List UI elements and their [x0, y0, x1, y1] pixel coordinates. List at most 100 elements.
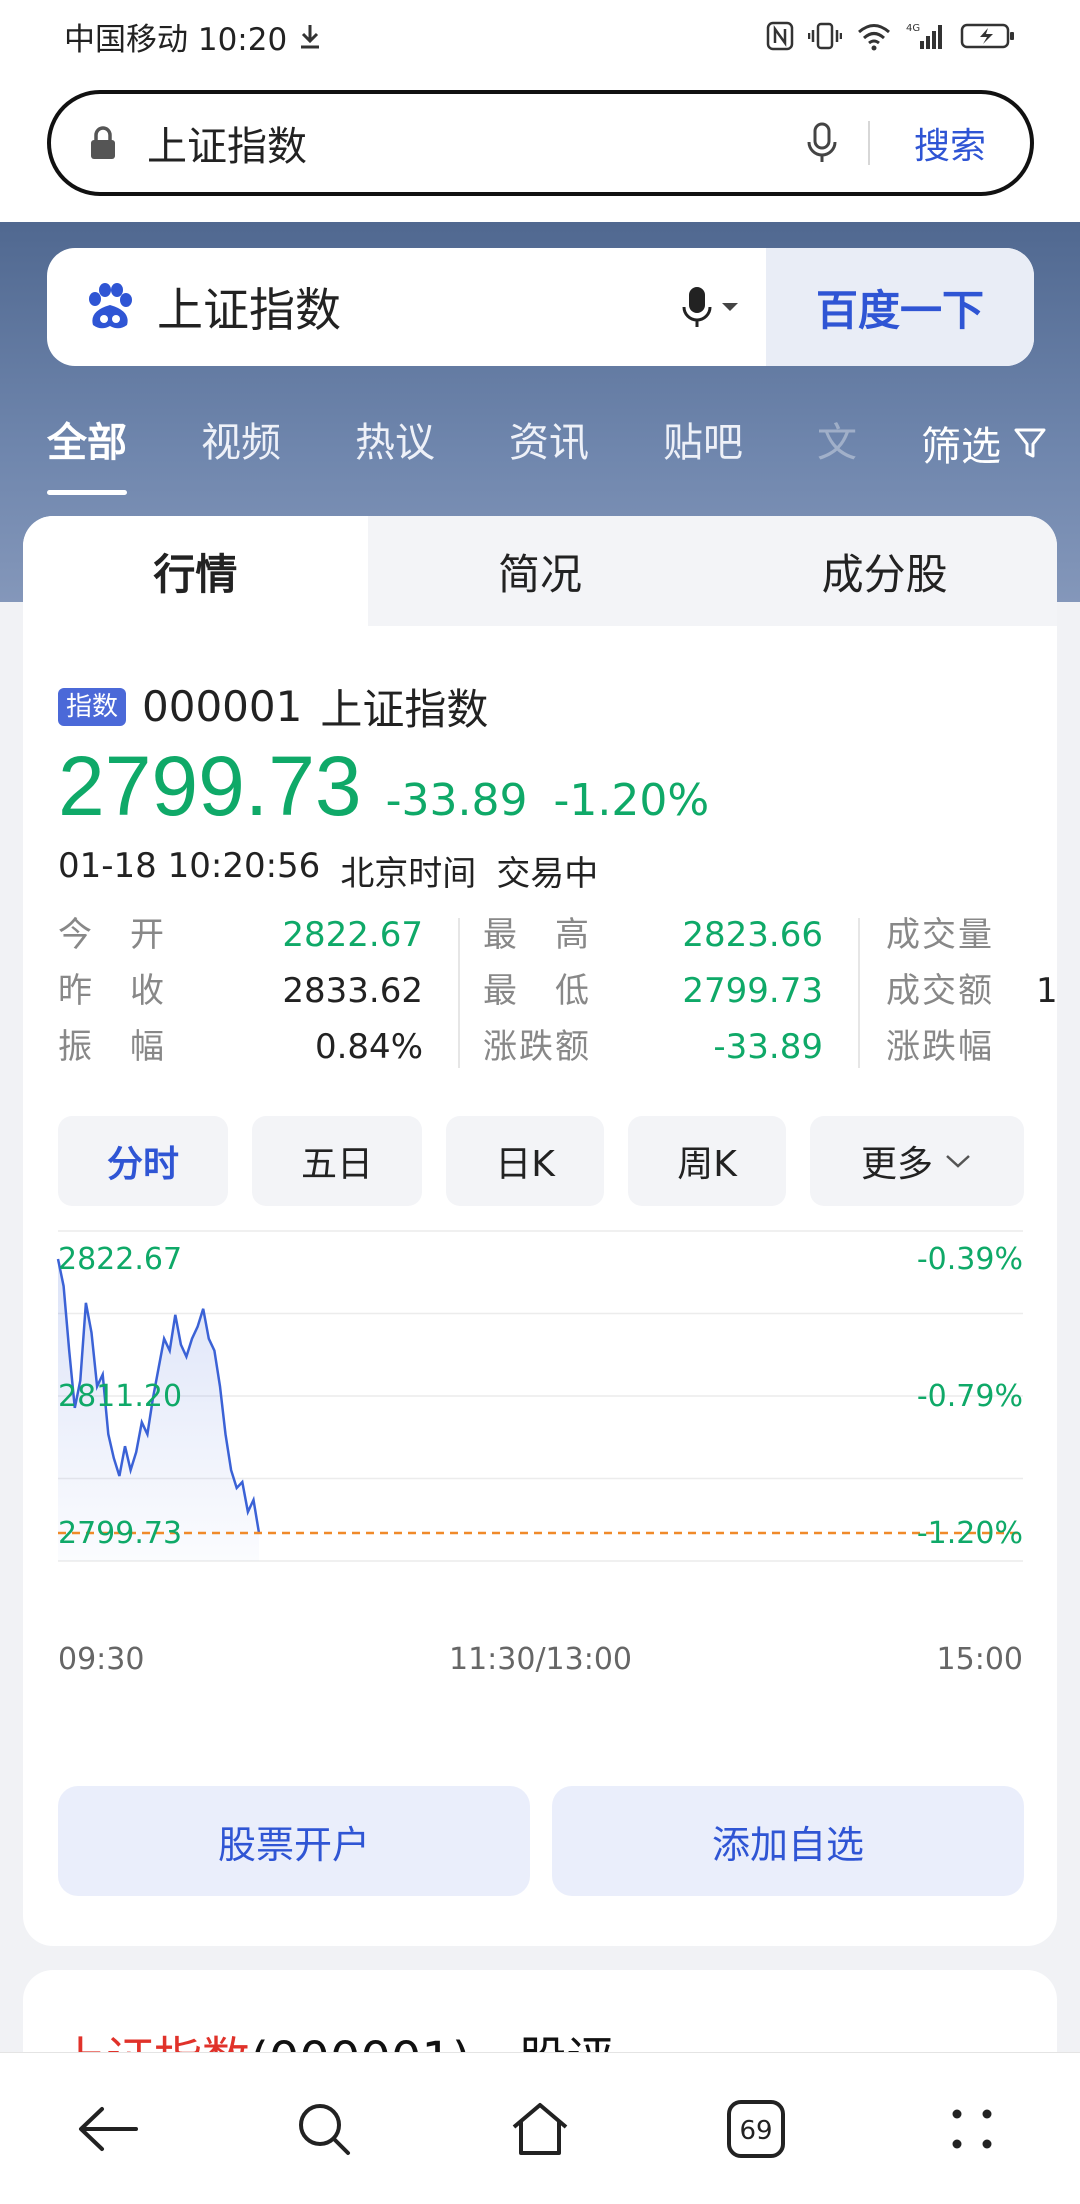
filter-button[interactable]: 筛选 — [921, 414, 1047, 472]
tab-video[interactable]: 视频 — [201, 413, 281, 473]
baidu-paw-icon — [89, 283, 132, 329]
turnover-label: 成交额 — [886, 971, 994, 1011]
current-price: 2799.73 — [58, 739, 362, 833]
change-amount-label: 涨跌额 — [483, 1027, 591, 1067]
tab-count: 69 — [739, 2116, 772, 2146]
low-value: 2799.73 — [682, 971, 823, 1011]
browser-bottom-nav: 69 — [0, 2052, 1080, 2204]
baidu-search-input[interactable]: 上证指数 — [157, 274, 682, 340]
tab-discussion[interactable]: 热议 — [355, 413, 435, 473]
stock-card-tabs: 行情 简况 成分股 — [23, 516, 1057, 626]
open-value: 2822.67 — [282, 915, 423, 955]
amplitude-label: 振 幅 — [58, 1027, 166, 1067]
microphone-icon — [682, 287, 712, 327]
high-value: 2823.66 — [682, 915, 823, 955]
menu-dots-icon — [952, 2109, 992, 2148]
stock-name: 上证指数 — [320, 685, 489, 734]
battery-icon — [960, 23, 1014, 49]
voice-search[interactable] — [682, 285, 740, 329]
browser-search-button[interactable]: 搜索 — [914, 117, 986, 169]
menu-button[interactable] — [927, 2084, 1017, 2174]
x-tick-label: 11:30/13:00 — [449, 1642, 632, 1677]
back-arrow-icon — [79, 2106, 138, 2151]
caret-down-icon — [722, 303, 738, 311]
x-tick-label: 15:00 — [937, 1642, 1023, 1677]
wifi-icon — [858, 24, 890, 51]
period-5day[interactable]: 五日 — [252, 1116, 422, 1206]
trade-timezone: 北京时间 — [340, 854, 477, 894]
change-pct-label: 涨跌幅 — [886, 1027, 994, 1067]
period-weekly-k[interactable]: 周K — [628, 1116, 786, 1206]
address-divider — [867, 121, 870, 165]
tab-constituents[interactable]: 成分股 — [712, 516, 1057, 626]
browser-toolbar: 上证指数 搜索 — [0, 72, 1080, 222]
tabs-icon: 69 — [727, 2099, 785, 2158]
y-tick-label-right: -0.79% — [917, 1379, 1023, 1414]
stock-code: 000001 — [142, 682, 303, 731]
lock-icon — [91, 126, 115, 159]
tab-tieba[interactable]: 贴吧 — [663, 413, 743, 473]
period-selector: 分时 五日 日K 周K 更多 — [58, 1116, 1024, 1206]
prev-close-value: 2833.62 — [282, 971, 423, 1011]
x-tick-label: 09:30 — [58, 1642, 144, 1677]
index-badge: 指数 — [58, 687, 127, 726]
carrier-time: 中国移动 10:20 — [64, 21, 288, 58]
period-more[interactable]: 更多 — [810, 1116, 1024, 1206]
trade-time-row: 01-18 10:20:56 北京时间 交易中 — [58, 846, 598, 895]
chevron-down-icon — [946, 1155, 970, 1168]
filter-label: 筛选 — [921, 424, 1001, 470]
y-tick-label-left: 2811.20 — [58, 1379, 182, 1414]
tab-all[interactable]: 全部 — [47, 413, 127, 495]
address-bar[interactable]: 上证指数 搜索 — [47, 90, 1034, 196]
vibrate-icon — [808, 22, 842, 50]
period-intraday[interactable]: 分时 — [58, 1116, 228, 1206]
back-button[interactable] — [63, 2084, 153, 2174]
home-icon — [512, 2102, 568, 2155]
open-account-button[interactable]: 股票开户 — [58, 1786, 530, 1896]
tab-more-faded[interactable]: 文 — [817, 413, 857, 473]
low-label: 最 低 — [483, 971, 591, 1011]
tabs-button[interactable]: 69 — [711, 2084, 801, 2174]
prev-close-label: 昨 收 — [58, 971, 166, 1011]
add-watchlist-button[interactable]: 添加自选 — [552, 1786, 1024, 1896]
stock-header: 指数 000001 上证指数 — [58, 676, 488, 737]
tab-overview[interactable]: 简况 — [367, 516, 713, 626]
y-tick-label-left: 2822.67 — [58, 1242, 182, 1277]
search-button[interactable] — [279, 2084, 369, 2174]
amplitude-value: 0.84% — [314, 1027, 423, 1067]
search-icon — [299, 2103, 350, 2155]
tab-quote[interactable]: 行情 — [23, 516, 368, 626]
period-weekly-k-label: 周K — [677, 1144, 737, 1185]
intraday-chart: 2822.67 2811.20 2799.73 -0.39% -0.79% -1.20% 0… — [23, 1216, 1057, 1686]
y-tick-label-right: -1.20% — [917, 1516, 1023, 1551]
high-label: 最 高 — [483, 915, 591, 955]
change-amount-value: -33.89 — [713, 1027, 823, 1067]
stats-divider — [858, 918, 860, 1068]
signal-icon: 4G — [906, 23, 942, 49]
stock-card: 行情 简况 成分股 指数 000001 上证指数 2799.73 -33.89 … — [23, 516, 1057, 1946]
baidu-search-box: 上证指数 百度一下 — [47, 248, 1034, 366]
quote-stats: 今 开 2822.67 昨 收 2833.62 振 幅 0.84% 最 高 28… — [58, 908, 1057, 1076]
y-tick-label-right: -0.39% — [917, 1242, 1023, 1277]
result-type-tabs: 全部 视频 热议 资讯 贴吧 文 筛选 — [47, 398, 1047, 495]
baidu-search-button[interactable]: 百度一下 — [766, 248, 1034, 366]
tab-news[interactable]: 资讯 — [509, 413, 589, 473]
stats-divider — [458, 918, 460, 1068]
period-daily-k[interactable]: 日K — [446, 1116, 604, 1206]
period-more-label: 更多 — [860, 1144, 933, 1185]
stock-actions: 股票开户 添加自选 — [58, 1786, 1024, 1896]
nfc-icon — [766, 21, 794, 51]
open-label: 今 开 — [58, 915, 166, 955]
y-tick-label-left: 2799.73 — [58, 1516, 182, 1551]
trade-status: 交易中 — [496, 854, 599, 894]
microphone-icon[interactable] — [802, 121, 842, 165]
price-change: -33.89 — [385, 775, 528, 826]
turnover-value-partial: 1 — [1036, 971, 1057, 1011]
home-button[interactable] — [495, 2084, 585, 2174]
price-row: 2799.73 -33.89 -1.20% — [58, 738, 709, 835]
filter-icon — [1014, 428, 1046, 458]
status-bar: 中国移动 10:20 4G — [0, 0, 1080, 72]
trade-datetime: 01-18 10:20:56 — [58, 846, 321, 886]
network-type: 4G — [906, 23, 920, 34]
address-text[interactable]: 上证指数 — [147, 114, 802, 172]
